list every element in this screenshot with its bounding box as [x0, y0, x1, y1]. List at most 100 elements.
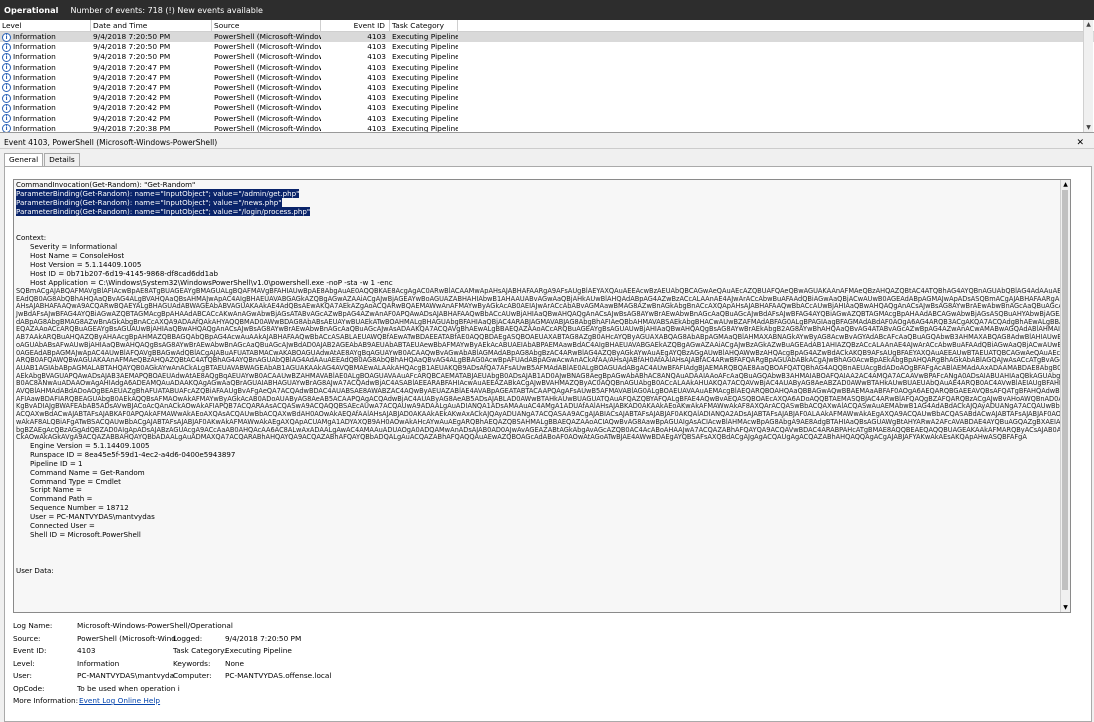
cell-date: 9/4/2018 7:20:42 PM: [93, 93, 171, 103]
scroll-thumb[interactable]: [1062, 190, 1068, 590]
list-scrollbar[interactable]: ▲ ▼: [1083, 20, 1093, 132]
parameter-binding: ParameterBinding(Get-Random): name="Inpu…: [16, 188, 300, 198]
connected-user: Connected User =: [30, 521, 95, 531]
cell-source: PowerShell (Microsoft-Windows-...: [214, 62, 321, 72]
severity: Severity = Informational: [30, 242, 118, 252]
event-id-label: Event ID:: [13, 646, 47, 655]
table-row[interactable]: i Information 9/4/2018 7:20:47 PM PowerShel…: [0, 83, 1094, 93]
cell-task-category: Executing Pipeline: [392, 32, 458, 41]
cell-source: PowerShell (Microsoft-Windows-...: [214, 72, 321, 82]
log-name-label: Log Name:: [13, 621, 53, 630]
level-text: Information: [13, 32, 56, 41]
cell-date: 9/4/2018 7:20:47 PM: [93, 62, 171, 72]
task-category-label: Task Category:: [173, 646, 227, 655]
pipeline-id: Pipeline ID = 1: [30, 458, 83, 468]
table-row[interactable]: i Information 9/4/2018 7:20:50 PM PowerShel…: [0, 42, 1094, 52]
cell-source: PowerShell (Microsoft-Windows-...: [214, 32, 321, 41]
event-list[interactable]: Level Date and Time Source Event ID Task…: [0, 20, 1094, 133]
table-row[interactable]: i Information 9/4/2018 7:20:47 PM PowerShel…: [0, 63, 1094, 73]
cell-event-id: 4103: [367, 93, 386, 103]
event-detail-title: Event 4103, PowerShell (Microsoft-Window…: [4, 138, 218, 147]
table-row[interactable]: i Information 9/4/2018 7:20:50 PM PowerShel…: [0, 52, 1094, 62]
runspace-id: Runspace ID = 8ea45e5f-59d1-4ec2-a4d6-04…: [30, 449, 236, 459]
sequence-number: Sequence Number = 18712: [30, 503, 129, 513]
cell-source: PowerShell (Microsoft-Windows-...: [214, 93, 321, 103]
more-info-label: More Information:: [13, 696, 79, 705]
keywords-value: None: [225, 658, 245, 668]
information-icon: i: [2, 32, 11, 42]
cell-source: PowerShell (Microsoft-Windows-...: [214, 103, 321, 113]
table-row[interactable]: i Information 9/4/2018 7:20:42 PM PowerShel…: [0, 114, 1094, 124]
table-row[interactable]: i Information 9/4/2018 7:20:38 PM PowerShel…: [0, 123, 1094, 133]
tab-details[interactable]: Details: [44, 153, 80, 166]
table-row[interactable]: i Information 9/4/2018 7:20:47 PM PowerShel…: [0, 73, 1094, 83]
close-icon[interactable]: ✕: [1076, 137, 1084, 149]
column-date[interactable]: Date and Time: [91, 20, 212, 31]
column-level[interactable]: Level: [0, 20, 91, 31]
scroll-up-icon[interactable]: ▲: [1061, 180, 1070, 189]
text-scrollbar[interactable]: ▲ ▼: [1060, 180, 1070, 612]
cell-event-id: 4103: [367, 123, 386, 133]
user-data-label: User Data:: [16, 565, 54, 575]
cell-task-category: Executing Pipeline: [392, 123, 458, 133]
scroll-down-icon[interactable]: ▼: [1084, 123, 1093, 132]
cell-task-category: Executing Pipeline: [392, 93, 458, 103]
logged-value: 9/4/2018 7:20:50 PM: [225, 633, 302, 643]
parameter-binding: ParameterBinding(Get-Random): name="Inpu…: [16, 206, 311, 216]
information-icon: i: [2, 93, 11, 103]
cell-task-category: Executing Pipeline: [392, 82, 458, 92]
cell-date: 9/4/2018 7:20:42 PM: [93, 103, 171, 113]
cell-date: 9/4/2018 7:20:42 PM: [93, 113, 171, 123]
cell-level: i Information: [0, 114, 91, 124]
cell-event-id: 4103: [367, 82, 386, 92]
scroll-down-icon[interactable]: ▼: [1061, 603, 1070, 612]
parameter-binding: ParameterBinding(Get-Random): name="Inpu…: [16, 197, 282, 207]
cell-date: 9/4/2018 7:20:47 PM: [93, 72, 171, 82]
script-name: Script Name =: [30, 485, 82, 495]
event-log-header: Operational Number of events: 718 (!) Ne…: [0, 0, 1094, 20]
opcode-value: To be used when operation i: [77, 683, 180, 693]
cell-level: i Information: [0, 63, 91, 73]
cell-event-id: 4103: [367, 42, 386, 52]
level-text: Information: [13, 42, 56, 52]
cell-level: i Information: [0, 73, 91, 83]
cell-date: 9/4/2018 7:20:47 PM: [93, 82, 171, 92]
task-category-value: Executing Pipeline: [225, 646, 292, 655]
table-row[interactable]: i Information 9/4/2018 7:20:42 PM PowerShel…: [0, 93, 1094, 103]
tab-general[interactable]: General: [4, 153, 44, 166]
cell-event-id: 4103: [367, 32, 386, 41]
cell-date: 9/4/2018 7:20:50 PM: [93, 32, 171, 41]
event-log-online-help-link[interactable]: Event Log Online Help: [79, 696, 160, 705]
cell-level: i Information: [0, 124, 91, 132]
cell-date: 9/4/2018 7:20:50 PM: [93, 52, 171, 62]
cell-level: i Information: [0, 83, 91, 93]
cell-event-id: 4103: [367, 62, 386, 72]
event-description[interactable]: CommandInvocation(Get-Random): "Get-Rand…: [13, 179, 1071, 613]
cell-task-category: Executing Pipeline: [392, 113, 458, 123]
column-event-id[interactable]: Event ID: [321, 20, 390, 31]
host-name: Host Name = ConsoleHost: [30, 251, 125, 261]
information-icon: i: [2, 83, 11, 93]
table-row[interactable]: i Information 9/4/2018 7:20:42 PM PowerShel…: [0, 103, 1094, 113]
information-icon: i: [2, 52, 11, 62]
shell-id: Shell ID = Microsoft.PowerShell: [30, 530, 141, 539]
level-text: Information: [13, 93, 56, 103]
source-value: PowerShell (Microsoft-Wind: [77, 633, 176, 643]
information-icon: i: [2, 124, 11, 132]
event-count: Number of events: 718 (!) New events ava…: [70, 5, 263, 15]
event-detail-header: Event 4103, PowerShell (Microsoft-Window…: [0, 137, 1094, 149]
information-icon: i: [2, 103, 11, 113]
cell-level: i Information: [0, 93, 91, 103]
level-text: Information: [13, 103, 56, 113]
cell-event-id: 4103: [367, 103, 386, 113]
cell-date: 9/4/2018 7:20:50 PM: [93, 42, 171, 52]
table-row[interactable]: i Information 9/4/2018 7:20:50 PM PowerShel…: [0, 32, 1094, 43]
column-task-category[interactable]: Task Category: [390, 20, 458, 31]
command-name: Command Name = Get-Random: [30, 467, 145, 477]
column-source[interactable]: Source: [212, 20, 321, 31]
level-text: Information: [13, 82, 56, 92]
scroll-up-icon[interactable]: ▲: [1084, 20, 1093, 29]
cell-task-category: Executing Pipeline: [392, 72, 458, 82]
user-line: User = PC-MANTVYDAS\mantvydas: [30, 512, 155, 522]
information-icon: i: [2, 42, 11, 52]
